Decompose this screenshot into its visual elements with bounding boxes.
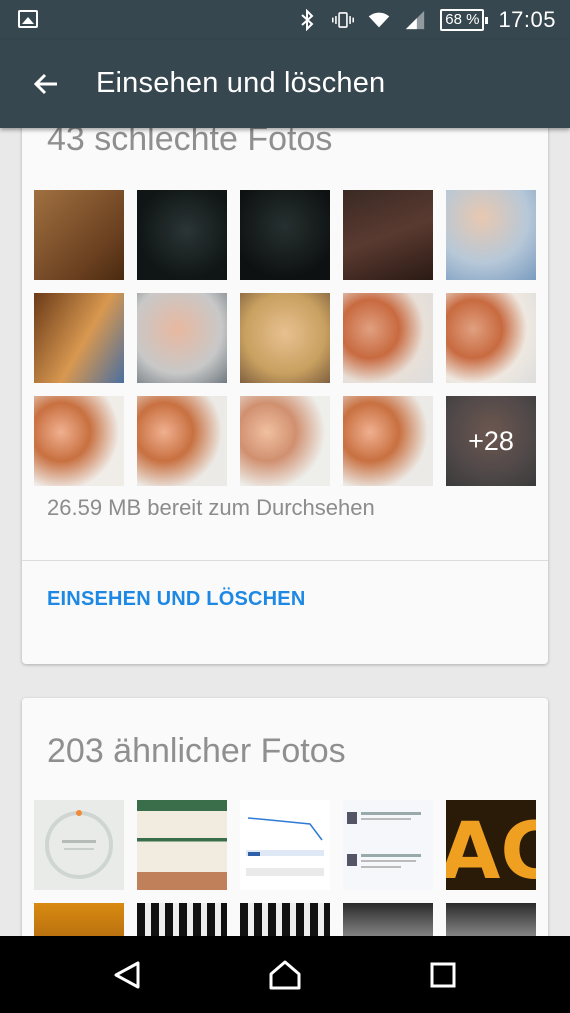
photo-thumbnail[interactable] — [240, 293, 330, 383]
wifi-icon — [368, 9, 390, 31]
clock: 17:05 — [498, 7, 556, 32]
photo-thumbnail[interactable]: AC — [446, 800, 536, 890]
image-notification-icon — [18, 10, 38, 28]
vibrate-icon — [332, 9, 355, 31]
similar-photos-card: 203 ähnlicher Fotos AC — [22, 698, 548, 936]
content-scroll[interactable]: 43 schlechte Fotos +28 26.59 MB bereit z… — [0, 128, 570, 936]
photo-thumbnail[interactable] — [137, 293, 227, 383]
photo-thumbnail[interactable] — [446, 903, 536, 936]
photo-thumbnail[interactable] — [34, 396, 124, 486]
photo-thumbnail[interactable] — [343, 190, 433, 280]
photo-thumbnail[interactable] — [137, 903, 227, 936]
photo-thumbnail[interactable] — [240, 800, 330, 890]
signal-icon — [404, 9, 426, 31]
photo-grid: AC — [34, 800, 536, 936]
photo-thumbnail[interactable] — [446, 293, 536, 383]
more-photos-thumbnail[interactable]: +28 — [446, 396, 536, 486]
photo-thumbnail[interactable] — [343, 396, 433, 486]
photo-thumbnail[interactable] — [446, 190, 536, 280]
app-bar: Einsehen und löschen — [0, 40, 570, 128]
photo-thumbnail[interactable] — [343, 800, 433, 890]
size-info: 26.59 MB bereit zum Durchsehen — [47, 495, 375, 520]
page-title: Einsehen und löschen — [96, 67, 386, 99]
status-icons: 68 % 17:05 — [296, 5, 556, 35]
svg-text:AC: AC — [446, 807, 536, 890]
photo-thumbnail[interactable] — [240, 190, 330, 280]
bad-photos-card: 43 schlechte Fotos +28 26.59 MB bereit z… — [22, 128, 548, 664]
divider — [22, 560, 548, 561]
back-arrow-icon[interactable] — [28, 66, 64, 102]
card-title: 43 schlechte Fotos — [47, 128, 333, 158]
navigation-bar — [0, 936, 570, 1013]
photo-thumbnail[interactable] — [34, 800, 124, 890]
card-title: 203 ähnlicher Fotos — [47, 732, 346, 770]
photo-thumbnail[interactable] — [34, 903, 124, 936]
photo-thumbnail[interactable] — [343, 293, 433, 383]
nav-recent-apps-icon[interactable] — [418, 950, 468, 1000]
battery-indicator: 68 % — [440, 9, 489, 31]
more-count: +28 — [446, 396, 536, 486]
review-delete-button[interactable]: EINSEHEN UND LÖSCHEN — [47, 588, 305, 611]
photo-thumbnail[interactable] — [343, 903, 433, 936]
photo-thumbnail[interactable] — [137, 190, 227, 280]
nav-home-icon[interactable] — [260, 950, 310, 1000]
status-bar: 68 % 17:05 — [0, 0, 570, 40]
photo-thumbnail[interactable] — [240, 396, 330, 486]
photo-thumbnail[interactable] — [34, 293, 124, 383]
photo-grid: +28 — [34, 190, 536, 486]
nav-back-icon[interactable] — [102, 950, 152, 1000]
photo-thumbnail[interactable] — [34, 190, 124, 280]
photo-thumbnail[interactable] — [240, 903, 330, 936]
photo-thumbnail[interactable] — [137, 800, 227, 890]
photo-thumbnail[interactable] — [137, 396, 227, 486]
bluetooth-icon — [296, 9, 318, 31]
